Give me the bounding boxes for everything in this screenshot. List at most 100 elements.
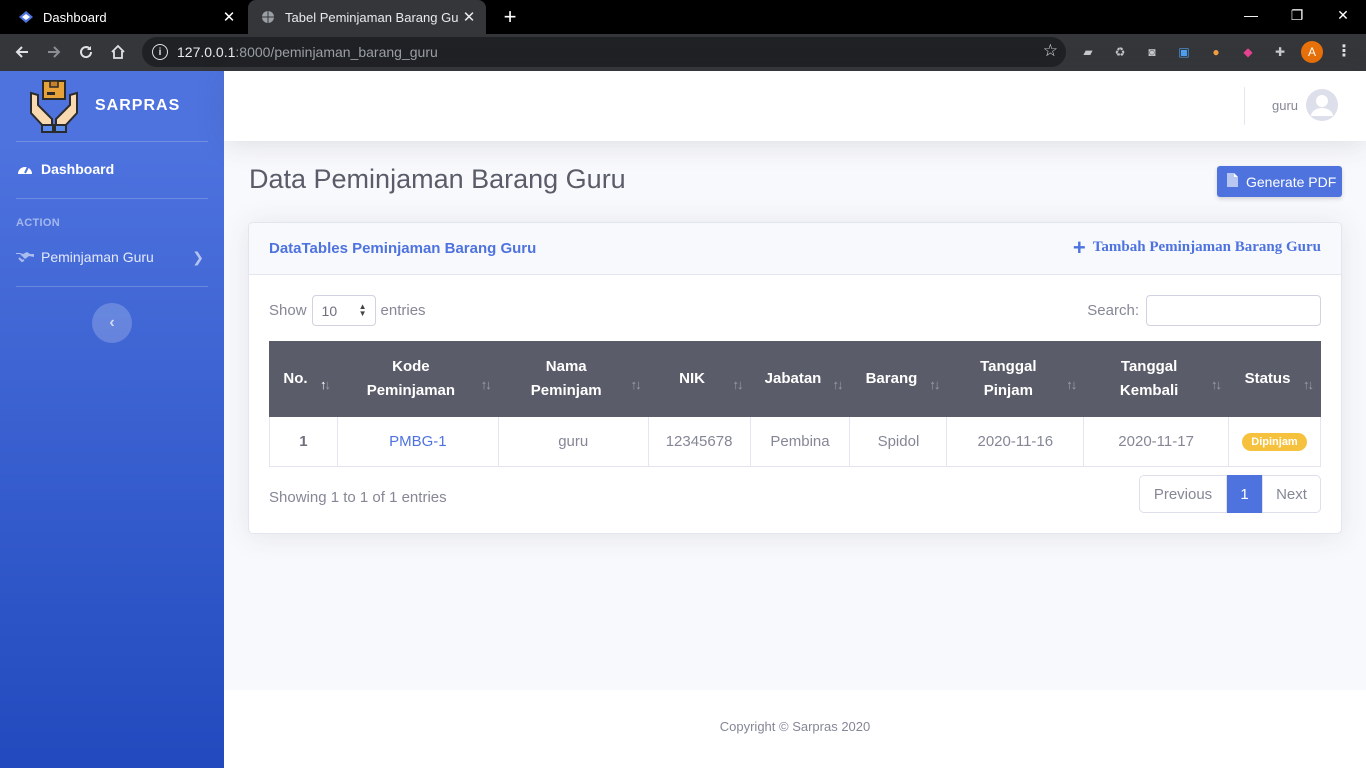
column-header-label: Nama bbox=[545, 358, 587, 375]
home-icon[interactable] bbox=[105, 39, 131, 65]
camera-icon[interactable]: ◙ bbox=[1142, 42, 1162, 62]
puzzle-icon[interactable]: ✚ bbox=[1270, 42, 1290, 62]
table-row: 1 PMBG-1 guru 12345678 Pembina Spidol 20… bbox=[269, 416, 1321, 467]
column-header-nik[interactable]: NIK ↑↓ bbox=[647, 341, 751, 417]
tab-dashboard[interactable]: Dashboard ✕ bbox=[0, 0, 246, 34]
tab-close-icon[interactable]: ✕ bbox=[218, 8, 240, 26]
cell-nama: guru bbox=[497, 416, 649, 467]
sidebar-divider bbox=[16, 141, 208, 142]
cell-status: Dipinjam bbox=[1228, 416, 1321, 467]
brand-name: SARPRAS bbox=[95, 97, 181, 114]
extension-icon[interactable]: ▣ bbox=[1174, 42, 1194, 62]
sort-icon: ↑↓ bbox=[630, 377, 642, 392]
cell-no: 1 bbox=[269, 416, 338, 467]
sort-icon: ↑↓ bbox=[1303, 377, 1314, 392]
column-header-jabatan[interactable]: Jabatan ↑↓ bbox=[749, 341, 851, 417]
sidebar: SARPRAS Dashboard ACTION Peminjaman Guru… bbox=[0, 71, 224, 768]
datatable-card: DataTables Peminjaman Barang Guru + Tamb… bbox=[248, 222, 1342, 534]
sort-icon: ↑↓ bbox=[929, 377, 940, 392]
new-tab-button[interactable]: + bbox=[498, 4, 522, 30]
plus-icon: + bbox=[1072, 234, 1086, 260]
site-info-icon[interactable]: i bbox=[152, 44, 168, 60]
back-icon[interactable] bbox=[9, 39, 35, 65]
entries-length-value: 10 bbox=[321, 302, 338, 319]
sort-icon: ↑↓ bbox=[732, 377, 744, 392]
browser-toolbar: i 127.0.0.1:8000/peminjaman_barang_guru … bbox=[0, 34, 1366, 71]
window-close-icon[interactable]: ✕ bbox=[1320, 0, 1366, 30]
sidebar-brand[interactable]: SARPRAS bbox=[0, 71, 224, 141]
column-header-label: No. bbox=[283, 370, 308, 387]
profile-avatar[interactable]: A bbox=[1301, 41, 1323, 63]
tab-peminjaman[interactable]: Tabel Peminjaman Barang Guru ✕ bbox=[248, 0, 486, 34]
add-peminjaman-link[interactable]: + Tambah Peminjaman Barang Guru bbox=[1072, 234, 1321, 260]
extension-icon[interactable]: ♻ bbox=[1110, 42, 1130, 62]
previous-page-button[interactable]: Previous bbox=[1139, 475, 1227, 513]
generate-pdf-button[interactable]: Generate PDF bbox=[1217, 166, 1342, 197]
column-header-label: Tanggal bbox=[980, 358, 1037, 375]
user-name[interactable]: guru bbox=[1272, 98, 1298, 113]
extension-icon[interactable]: ● bbox=[1206, 42, 1226, 62]
pagination: Previous 1 Next bbox=[1139, 475, 1321, 513]
card-header: DataTables Peminjaman Barang Guru + Tamb… bbox=[249, 223, 1341, 275]
cell-tanggal-pinjam: 2020-11-16 bbox=[946, 416, 1085, 467]
bookmark-star-icon[interactable]: ☆ bbox=[1043, 41, 1058, 61]
user-avatar-icon[interactable] bbox=[1306, 89, 1338, 121]
url-path: :8000/peminjaman_barang_guru bbox=[235, 44, 438, 60]
minimize-icon[interactable]: — bbox=[1228, 0, 1274, 30]
address-bar[interactable]: i 127.0.0.1:8000/peminjaman_barang_guru … bbox=[142, 37, 1066, 67]
column-header-label: Tanggal bbox=[1120, 358, 1178, 375]
tab-favicon-icon bbox=[18, 9, 34, 25]
sidebar-divider bbox=[16, 198, 208, 199]
tab-title: Tabel Peminjaman Barang Guru bbox=[285, 9, 458, 25]
extension-icon[interactable]: ▰ bbox=[1078, 42, 1098, 62]
extension-icon[interactable]: ◆ bbox=[1238, 42, 1258, 62]
forward-icon[interactable] bbox=[41, 39, 67, 65]
reload-icon[interactable] bbox=[73, 39, 99, 65]
column-header-barang[interactable]: Barang ↑↓ bbox=[849, 341, 948, 417]
generate-pdf-label: Generate PDF bbox=[1246, 173, 1337, 190]
status-badge: Dipinjam bbox=[1242, 433, 1307, 451]
page-title: Data Peminjaman Barang Guru bbox=[249, 164, 626, 194]
search-label: Search: bbox=[1087, 302, 1139, 319]
column-header-label: Barang bbox=[865, 370, 918, 387]
sidebar-item-label: Dashboard bbox=[41, 161, 115, 177]
column-header-label: Kode bbox=[392, 358, 430, 375]
column-header-label: Jabatan bbox=[764, 370, 822, 387]
column-header-kode[interactable]: Kode Peminjaman ↑↓ bbox=[336, 341, 499, 417]
sort-icon: ↑↓ bbox=[1211, 377, 1222, 392]
next-page-button[interactable]: Next bbox=[1262, 475, 1321, 513]
select-arrows-icon: ▲ ▼ bbox=[358, 302, 367, 318]
footer: Copyright © Sarpras 2020 bbox=[224, 690, 1366, 768]
table-info: Showing 1 to 1 of 1 entries bbox=[269, 489, 447, 506]
menu-kebab-icon[interactable]: ⋮ bbox=[1336, 42, 1352, 62]
cell-jabatan: Pembina bbox=[749, 416, 851, 467]
globe-icon bbox=[260, 9, 276, 25]
topbar: guru bbox=[224, 71, 1366, 141]
column-header-label: Pinjam bbox=[983, 382, 1033, 399]
search-control: Search: bbox=[1087, 295, 1321, 326]
sort-icon: ↑↓ bbox=[832, 377, 843, 392]
column-header-label: Status bbox=[1244, 370, 1291, 387]
sidebar-item-dashboard[interactable]: Dashboard bbox=[16, 161, 208, 177]
column-header-label: Kembali bbox=[1119, 382, 1179, 399]
chevron-left-icon: ‹ bbox=[109, 314, 115, 331]
column-header-status[interactable]: Status ↑↓ bbox=[1228, 341, 1321, 417]
restore-icon[interactable]: ❐ bbox=[1274, 0, 1320, 30]
cell-nik: 12345678 bbox=[647, 416, 751, 467]
tab-close-icon[interactable]: ✕ bbox=[458, 8, 480, 26]
tab-title: Dashboard bbox=[43, 9, 107, 25]
copyright-text: Copyright © Sarpras 2020 bbox=[719, 719, 871, 734]
entries-length-select[interactable]: 10 ▲ ▼ bbox=[311, 295, 376, 326]
page-1-button[interactable]: 1 bbox=[1227, 475, 1262, 513]
sort-icon: ↑↓ bbox=[1066, 377, 1077, 392]
search-input[interactable] bbox=[1146, 295, 1321, 326]
url-host: 127.0.0.1 bbox=[177, 44, 236, 60]
sidebar-divider bbox=[16, 286, 208, 287]
column-header-tanggal-pinjam[interactable]: Tanggal Pinjam ↑↓ bbox=[946, 341, 1085, 417]
column-header-tanggal-kembali[interactable]: Tanggal Kembali ↑↓ bbox=[1083, 341, 1229, 417]
sidebar-toggle-button[interactable]: ‹ bbox=[92, 303, 132, 343]
column-header-no[interactable]: No. ↑↓ bbox=[269, 341, 338, 417]
sidebar-item-peminjaman-guru[interactable]: Peminjaman Guru ❯ bbox=[16, 249, 208, 265]
column-header-nama[interactable]: Nama Peminjam ↑↓ bbox=[497, 341, 649, 417]
cell-kode[interactable]: PMBG-1 bbox=[336, 416, 499, 467]
